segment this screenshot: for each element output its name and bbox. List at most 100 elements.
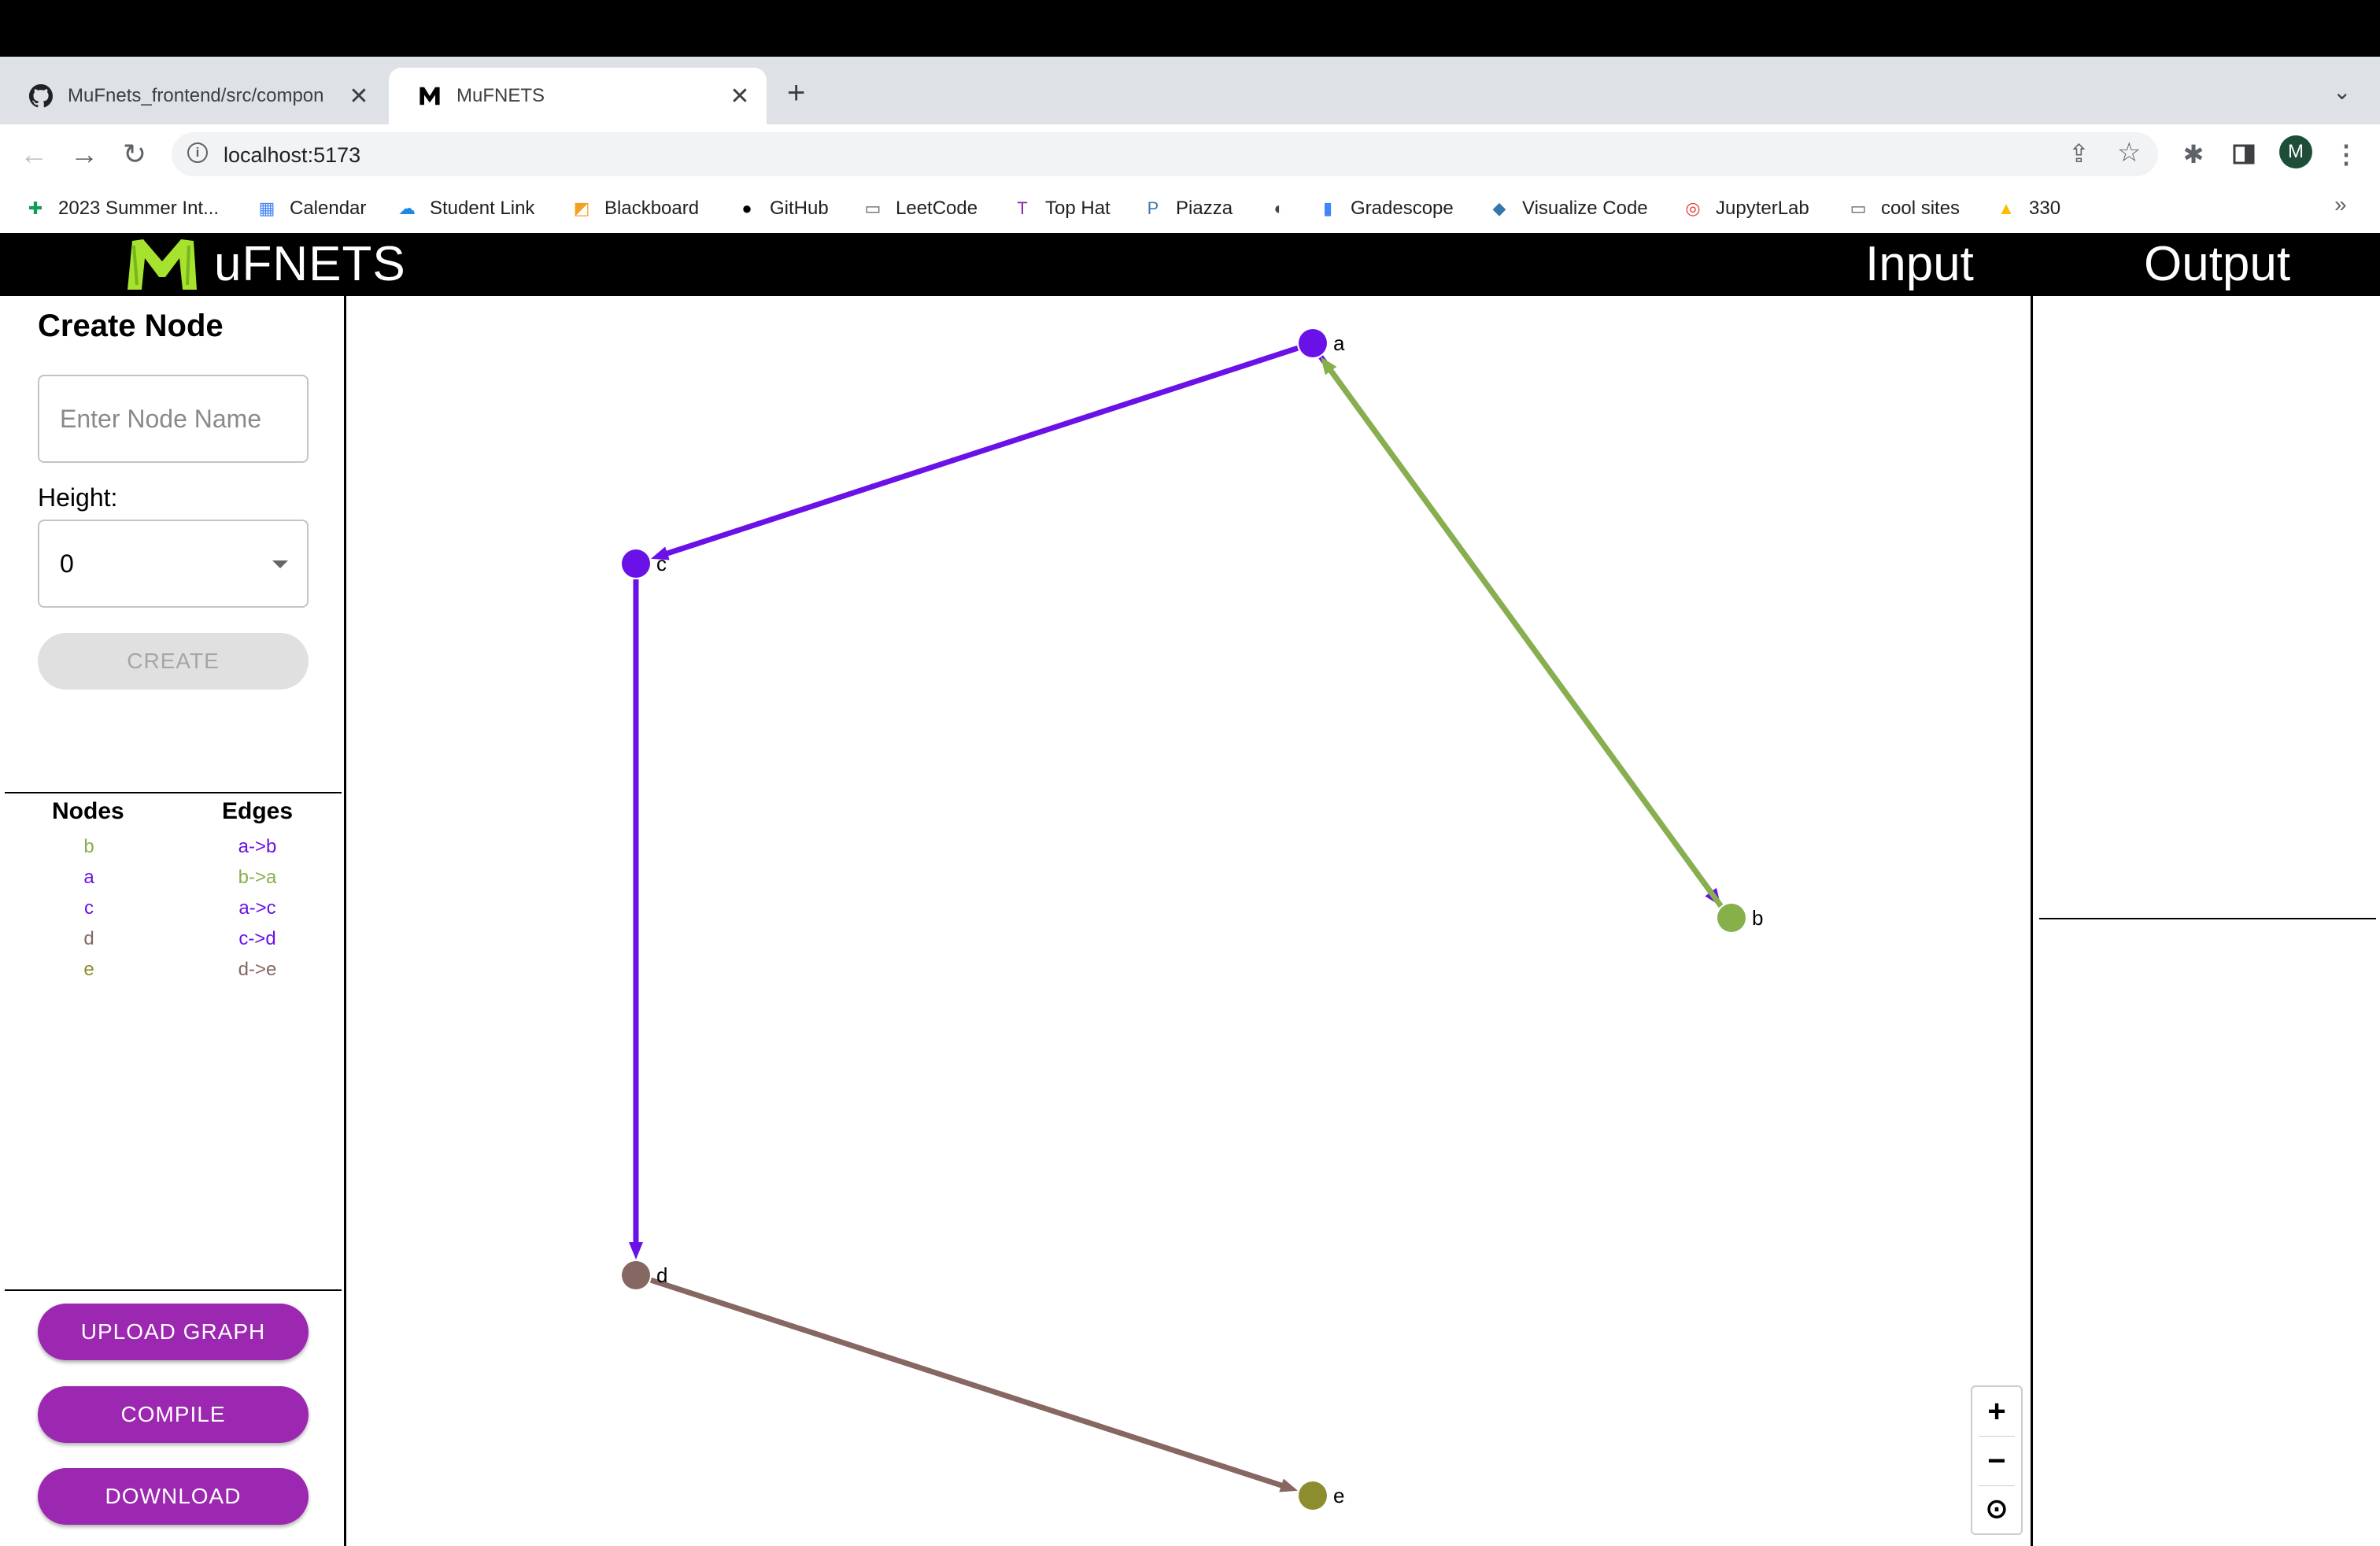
graph-node-label: e [1333, 1484, 1344, 1507]
bookmark-label: Calendar [290, 198, 367, 219]
bookmark-label: cool sites [1881, 198, 1961, 219]
tab-github[interactable]: MuFnets_frontend/src/compon ✕ [0, 68, 386, 124]
bookmark-item[interactable]: ▭ cool sites [1846, 194, 1960, 224]
edge-list-item: c->d [238, 928, 276, 949]
info-icon[interactable]: i [187, 142, 208, 163]
bookmark-label: Visualize Code [1522, 198, 1648, 219]
divider [5, 1289, 342, 1291]
bookmark-item[interactable]: ▭ LeetCode [861, 194, 978, 224]
new-tab-button[interactable]: + [787, 76, 805, 111]
bookmark-label: JupyterLab [1716, 198, 1809, 219]
compile-button[interactable]: COMPILE [38, 1386, 309, 1443]
piazza-icon: P [1147, 198, 1159, 218]
bookmark-item[interactable]: P Piazza [1141, 194, 1232, 224]
cloud-icon: ☁ [398, 198, 416, 218]
edge-list-item: b->a [238, 867, 277, 888]
extensions-puzzle-icon[interactable]: ✱ [2174, 124, 2213, 184]
graph-node-e[interactable] [1299, 1481, 1327, 1510]
globe-icon: ◐ [1273, 198, 1284, 218]
nav-input[interactable]: Input [1865, 236, 1974, 292]
output-panel [2031, 296, 2380, 1546]
graph-node-c[interactable] [622, 549, 650, 578]
bookmark-item[interactable]: ● GitHub [735, 194, 828, 224]
browser-tab-strip: MuFnets_frontend/src/compon ✕ MuFNETS ✕ [0, 57, 2380, 164]
bookmark-item[interactable]: T Top Hat [1011, 194, 1111, 224]
tophat-icon: T [1017, 198, 1028, 218]
graph-canvas[interactable]: a b c d e [346, 296, 2031, 1546]
sheets-icon: ✚ [28, 198, 43, 218]
bookmark-item[interactable]: ◐ [1267, 194, 1302, 224]
bookmarks-bar: ✚ 2023 Summer Int... ▦ Calendar ☁ Student Lin… [0, 184, 2380, 234]
edge-list-item: d->e [238, 959, 277, 980]
mufnets-icon [417, 83, 442, 109]
folder-icon: ▭ [1850, 198, 1867, 218]
forward-arrow-icon[interactable]: → [65, 124, 104, 184]
graph-svg[interactable]: a b c d e [346, 296, 2031, 1546]
bookmark-item[interactable]: ▦ Calendar [255, 194, 367, 224]
zoom-control: + − ⊙ [1971, 1385, 2023, 1535]
height-select[interactable]: 0 [38, 520, 309, 608]
node-list-item: d [83, 928, 94, 949]
browser-toolbar: ← → ↻ i localhost:5173 ⇪ ☆ ✱ ⋮ [0, 124, 2380, 184]
graph-edge[interactable] [1325, 364, 1724, 908]
height-value: 0 [60, 549, 74, 578]
caret-down-icon [272, 560, 288, 568]
tab-title: MuFnets_frontend/src/compon [68, 85, 324, 106]
browser-menu-kebab-icon[interactable]: ⋮ [2326, 124, 2366, 184]
edge-list-item: a->b [238, 836, 277, 857]
graph-edge[interactable] [660, 345, 1299, 558]
side-panel-icon[interactable] [2224, 124, 2264, 184]
height-label: Height: [38, 483, 118, 512]
graph-node-b[interactable] [1717, 904, 1746, 932]
nav-output[interactable]: Output [2144, 236, 2290, 292]
edge-arrowhead [629, 1242, 643, 1259]
drive-icon: ▲ [1998, 198, 2015, 218]
edge-list-item: a->c [238, 897, 276, 919]
graph-node-label: d [656, 1263, 667, 1287]
folder-icon: ▭ [864, 198, 881, 218]
upload-graph-button[interactable]: UPLOAD GRAPH [38, 1304, 309, 1360]
back-arrow-icon[interactable]: ← [14, 124, 54, 184]
zoom-reset-button[interactable]: ⊙ [1972, 1485, 2021, 1533]
close-tab-icon[interactable]: ✕ [727, 83, 752, 110]
zoom-out-button[interactable]: − [1972, 1437, 2021, 1485]
tab-search-chevron-icon[interactable]: ⌄ [2333, 79, 2351, 105]
github-icon: ● [741, 198, 752, 218]
create-button[interactable]: CREATE [38, 633, 309, 690]
close-tab-icon[interactable]: ✕ [346, 83, 371, 110]
node-list-item: a [83, 867, 94, 888]
download-button[interactable]: DOWNLOAD [38, 1468, 309, 1525]
bookmark-label: LeetCode [896, 198, 978, 219]
bookmark-label: Blackboard [604, 198, 700, 219]
node-name-input[interactable] [38, 375, 309, 463]
address-bar[interactable]: i localhost:5173 ⇪ ☆ [172, 132, 2158, 176]
graph-node-label: a [1333, 331, 1345, 355]
app-title: uFNETS [214, 237, 406, 291]
bookmark-item[interactable]: ◎ JupyterLab [1681, 194, 1809, 224]
barchart-icon: ▮ [1322, 198, 1333, 218]
profile-avatar[interactable]: M [2279, 135, 2312, 168]
graph-edge[interactable] [649, 1277, 1288, 1490]
tab-mufnets[interactable]: MuFNETS ✕ [389, 68, 767, 124]
graph-node-label: b [1752, 906, 1763, 930]
bookmark-star-icon[interactable]: ☆ [2117, 137, 2141, 168]
screen-top-bar [0, 0, 2380, 57]
graph-node-d[interactable] [622, 1261, 650, 1289]
share-icon[interactable]: ⇪ [2068, 139, 2090, 168]
app-header: uFNETS Input Output [0, 233, 2380, 296]
reload-icon[interactable]: ↻ [115, 124, 154, 184]
bookmark-item[interactable]: ✚ 2023 Summer Int... [24, 194, 219, 224]
graph-node-a[interactable] [1299, 329, 1327, 357]
bookmark-item[interactable]: ◆ Visualize Code [1488, 194, 1648, 224]
bookmark-item[interactable]: ☁ Student Link [395, 194, 534, 224]
url-text[interactable]: localhost:5173 [224, 143, 360, 168]
bookmark-item[interactable]: ▮ Gradescope [1316, 194, 1454, 224]
node-list-item: c [84, 897, 94, 919]
mufnets-logo-icon [128, 239, 197, 290]
more-bookmarks-icon[interactable]: » [2334, 192, 2347, 217]
bookmark-label: Gradescope [1351, 198, 1454, 219]
zoom-in-button[interactable]: + [1972, 1387, 2021, 1436]
bookmark-item[interactable]: ◩ Blackboard [570, 194, 699, 224]
bookmark-item[interactable]: ▲ 330 [1994, 194, 2060, 224]
bookmark-label: Top Hat [1045, 198, 1111, 219]
